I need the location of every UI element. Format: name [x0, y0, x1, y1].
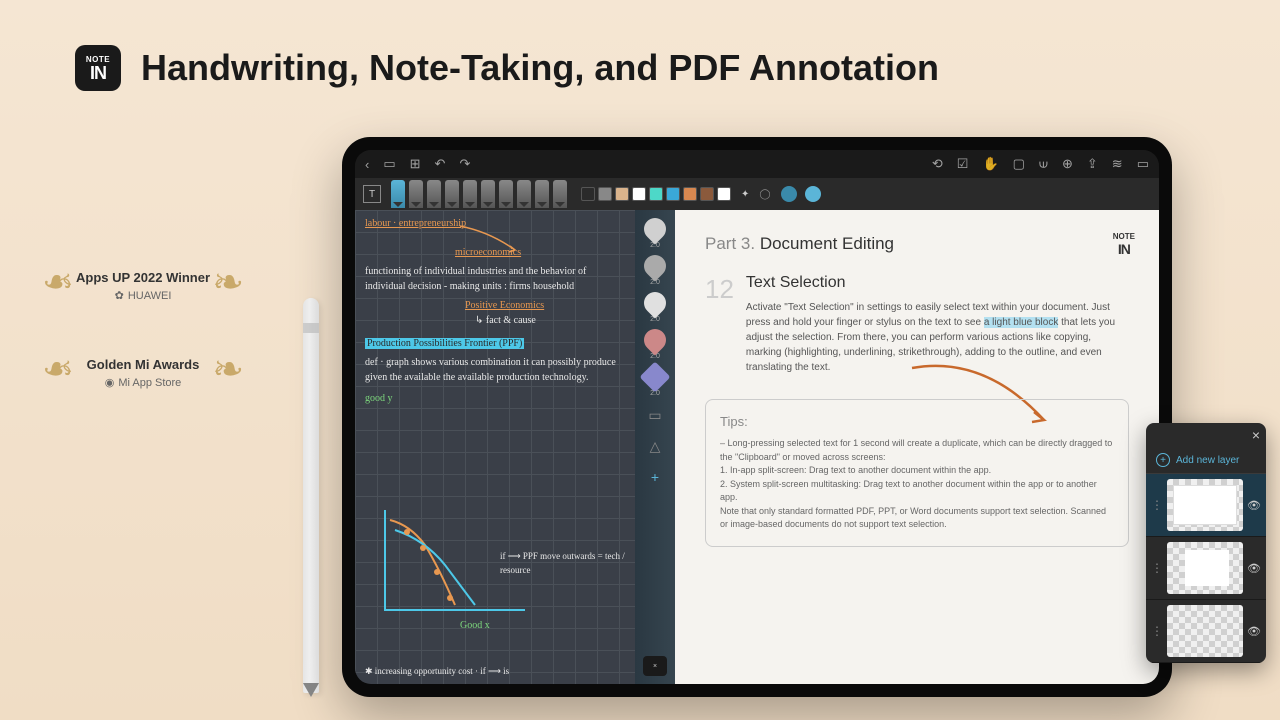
- pen-tool[interactable]: [427, 180, 441, 208]
- layer-thumbnail: [1167, 479, 1243, 531]
- layer-item[interactable]: ⋮ 👁: [1146, 600, 1266, 663]
- hand-icon[interactable]: ✋: [982, 156, 998, 172]
- layer-item[interactable]: ⋮ 👁: [1146, 537, 1266, 600]
- award-sub: ✿ HUAWEI: [76, 289, 210, 302]
- layer-item[interactable]: ⋮ 👁: [1146, 474, 1266, 537]
- pen-tool[interactable]: [481, 180, 495, 208]
- layers-close-button[interactable]: ×: [1146, 423, 1266, 447]
- content-area: labour · entrepreneurship microeconomics…: [355, 210, 1159, 684]
- pen-preset[interactable]: 2.0: [640, 366, 670, 397]
- tablet-device: ‹ ▭ ⊞ ↶ ↷ ⟲ ☑ ✋ ▢ ⟒ ⊕ ⇪ ≋ ▭ T: [342, 137, 1172, 697]
- doc-logo: NOTE IN: [1113, 232, 1135, 257]
- pen-tool[interactable]: [391, 180, 405, 208]
- tips-box: Tips: – Long-pressing selected text for …: [705, 399, 1129, 547]
- select-icon[interactable]: ☑: [957, 156, 969, 172]
- panel-icon[interactable]: ▭: [1137, 156, 1149, 172]
- award-title: Apps UP 2022 Winner: [76, 270, 210, 285]
- app-icon-in: IN: [90, 64, 106, 82]
- color-swatch[interactable]: [598, 187, 612, 201]
- color-swatch[interactable]: [649, 187, 663, 201]
- layers-icon[interactable]: ≋: [1112, 156, 1123, 172]
- awards-list: ❧ Apps UP 2022 Winner ✿ HUAWEI ❧ ❧ Golde…: [48, 270, 238, 389]
- view-single-icon[interactable]: ▭: [383, 156, 395, 172]
- layer-thumbnail: [1167, 605, 1243, 657]
- pen-tool[interactable]: [499, 180, 513, 208]
- mode-toggle[interactable]: [805, 186, 821, 202]
- doc-part: Part 3. Document Editing: [705, 234, 1129, 254]
- pen-toolbar: T ✦ ◯: [355, 178, 1159, 210]
- color-swatch[interactable]: [666, 187, 680, 201]
- top-toolbar: ‹ ▭ ⊞ ↶ ↷ ⟲ ☑ ✋ ▢ ⟒ ⊕ ⇪ ≋ ▭: [355, 150, 1159, 178]
- pen-preset[interactable]: 2.0: [640, 329, 670, 360]
- section-number: 12: [705, 274, 734, 375]
- layer-menu-icon[interactable]: ⋮: [1151, 624, 1163, 638]
- crop-icon[interactable]: ⟒: [1039, 156, 1048, 172]
- pen-tool[interactable]: [463, 180, 477, 208]
- color-swatches: [581, 187, 731, 201]
- pen-preset[interactable]: 2.0: [640, 255, 670, 286]
- sidebar-close-button[interactable]: ×: [643, 656, 667, 676]
- headline: Handwriting, Note-Taking, and PDF Annota…: [141, 47, 939, 89]
- layer-thumbnail: [1167, 542, 1243, 594]
- layer-menu-icon[interactable]: ⋮: [1151, 498, 1163, 512]
- pen-sidebar: 2.0 2.0 2.0 2.0 2.0 ▭ △ + ×: [635, 210, 675, 684]
- refresh-icon[interactable]: ⟲: [932, 156, 943, 172]
- visibility-icon[interactable]: 👁: [1247, 625, 1261, 638]
- pen-tool[interactable]: [409, 180, 423, 208]
- promo-header: NOTE IN Handwriting, Note-Taking, and PD…: [0, 0, 1280, 91]
- color-swatch[interactable]: [717, 187, 731, 201]
- app-icon: NOTE IN: [75, 45, 121, 91]
- handwriting-canvas[interactable]: labour · entrepreneurship microeconomics…: [355, 210, 635, 684]
- color-swatch[interactable]: [683, 187, 697, 201]
- color-swatch[interactable]: [615, 187, 629, 201]
- document-pane[interactable]: NOTE IN Part 3. Document Editing 12 Text…: [675, 210, 1159, 684]
- laurel-icon: ❧: [42, 264, 74, 302]
- undo-button[interactable]: ↶: [435, 156, 446, 172]
- swatch-more-icon[interactable]: ✦: [741, 189, 749, 200]
- eraser-icon[interactable]: ▭: [648, 407, 661, 424]
- redo-button[interactable]: ↷: [459, 156, 470, 172]
- image-icon[interactable]: ▢: [1013, 156, 1025, 172]
- text-tool[interactable]: T: [363, 185, 381, 203]
- swatch-picker-icon[interactable]: ◯: [759, 189, 770, 200]
- add-icon[interactable]: ⊕: [1062, 156, 1073, 172]
- pen-tool[interactable]: [553, 180, 567, 208]
- doc-body: Activate "Text Selection" in settings to…: [746, 300, 1129, 375]
- tips-title: Tips:: [720, 414, 1114, 429]
- stylus-illustration: [303, 298, 319, 693]
- color-swatch[interactable]: [700, 187, 714, 201]
- plus-icon: +: [1156, 453, 1170, 467]
- view-grid-icon[interactable]: ⊞: [410, 156, 421, 172]
- award-title: Golden Mi Awards: [76, 357, 210, 372]
- visibility-icon[interactable]: 👁: [1247, 562, 1261, 575]
- award-item: ❧ Golden Mi Awards ◉ Mi App Store ❧: [48, 357, 238, 389]
- doc-section: 12 Text Selection Activate "Text Selecti…: [705, 274, 1129, 375]
- laurel-icon: ❧: [212, 264, 244, 302]
- add-layer-button[interactable]: + Add new layer: [1146, 447, 1266, 474]
- color-swatch[interactable]: [581, 187, 595, 201]
- pen-preset[interactable]: 2.0: [640, 218, 670, 249]
- award-sub: ◉ Mi App Store: [76, 376, 210, 389]
- text-highlight: a light blue block: [984, 317, 1059, 328]
- tips-body: – Long-pressing selected text for 1 seco…: [720, 437, 1114, 532]
- laurel-icon: ❧: [212, 351, 244, 389]
- back-button[interactable]: ‹: [365, 157, 369, 172]
- color-swatch[interactable]: [632, 187, 646, 201]
- section-title: Text Selection: [746, 274, 1129, 292]
- mode-toggle[interactable]: [781, 186, 797, 202]
- award-item: ❧ Apps UP 2022 Winner ✿ HUAWEI ❧: [48, 270, 238, 302]
- layers-panel: × + Add new layer ⋮ 👁 ⋮ 👁 ⋮ 👁: [1146, 423, 1266, 663]
- pen-preset[interactable]: 2.0: [640, 292, 670, 323]
- layer-menu-icon[interactable]: ⋮: [1151, 561, 1163, 575]
- add-preset-icon[interactable]: +: [651, 469, 659, 485]
- shape-icon[interactable]: △: [650, 438, 661, 455]
- pen-tool[interactable]: [445, 180, 459, 208]
- visibility-icon[interactable]: 👁: [1247, 499, 1261, 512]
- pen-tool[interactable]: [517, 180, 531, 208]
- app-screen: ‹ ▭ ⊞ ↶ ↷ ⟲ ☑ ✋ ▢ ⟒ ⊕ ⇪ ≋ ▭ T: [355, 150, 1159, 684]
- laurel-icon: ❧: [42, 351, 74, 389]
- pen-tool[interactable]: [535, 180, 549, 208]
- share-icon[interactable]: ⇪: [1087, 156, 1098, 172]
